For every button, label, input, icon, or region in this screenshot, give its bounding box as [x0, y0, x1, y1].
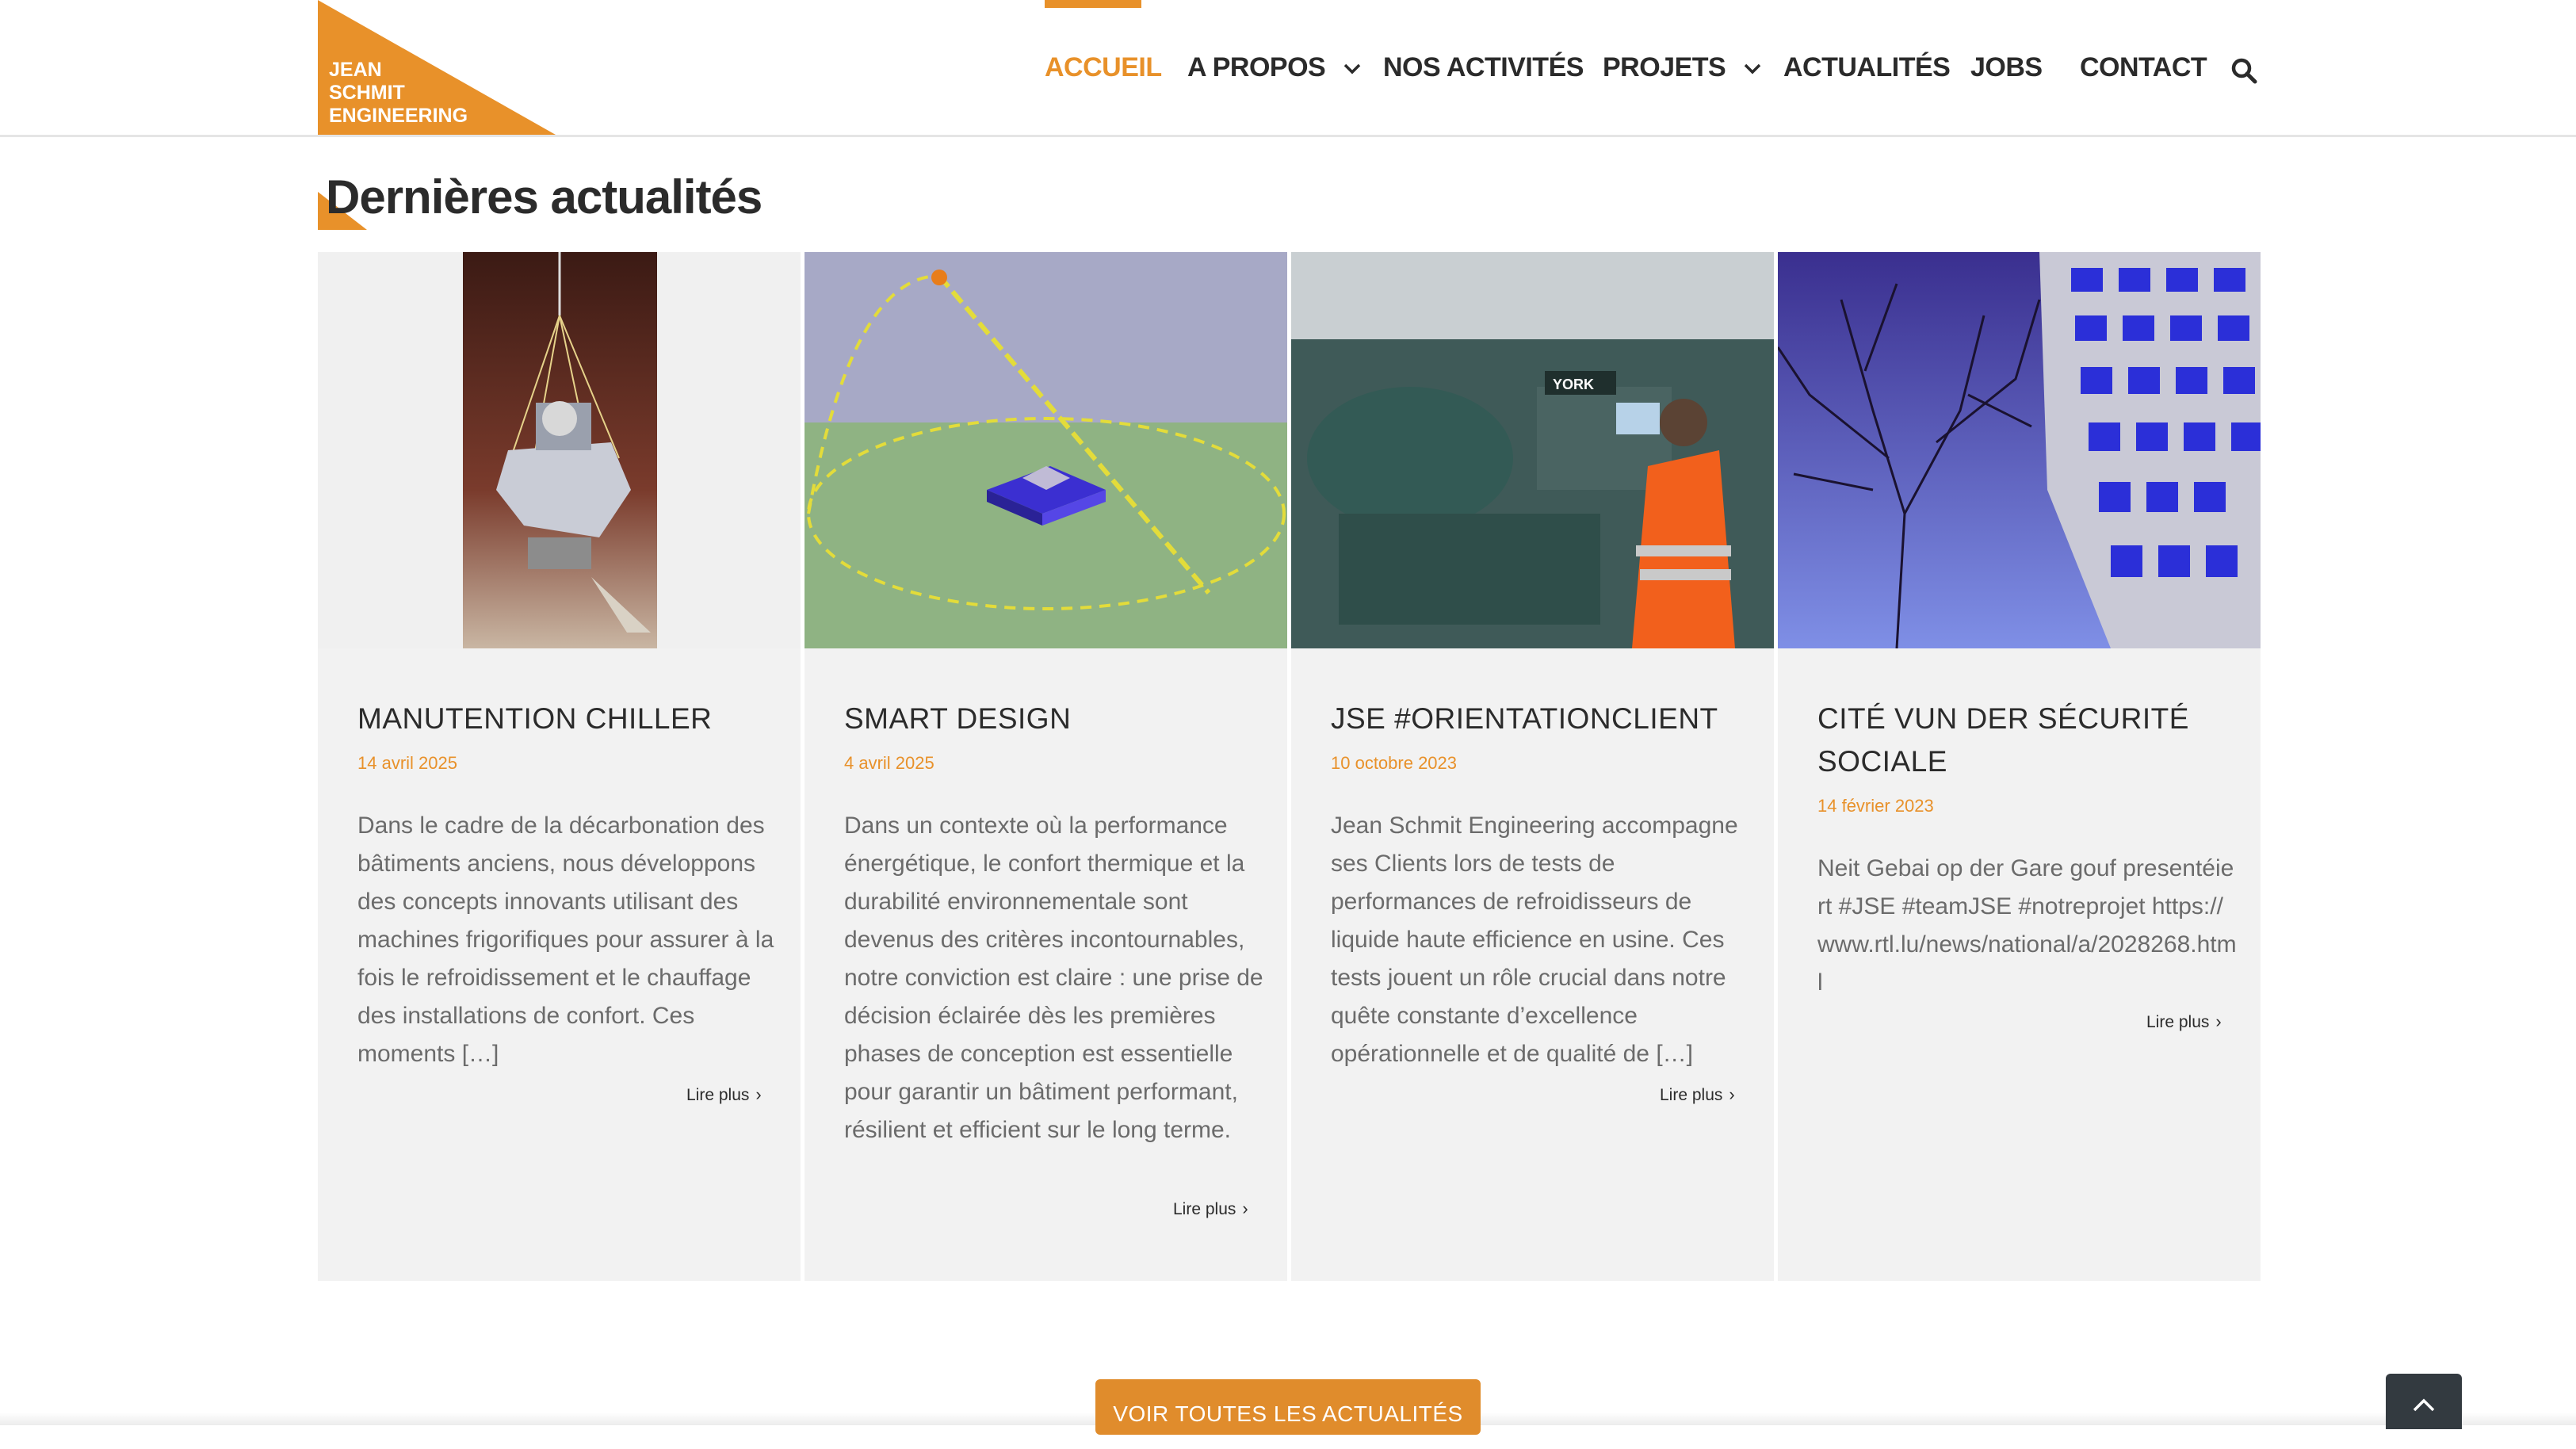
read-more-link[interactable]: Lire plus › [2146, 1011, 2222, 1032]
nav-projets[interactable]: PROJETS [1603, 52, 1761, 83]
chevron-right-icon: › [1242, 1199, 1248, 1218]
scroll-to-top-button[interactable] [2386, 1374, 2462, 1429]
read-more-label: Lire plus [1660, 1086, 1723, 1104]
nav-jobs[interactable]: JOBS [1970, 52, 2043, 83]
logo-line-3: ENGINEERING [329, 105, 468, 127]
read-more-label: Lire plus [1173, 1200, 1236, 1218]
card-title[interactable]: JSE #ORIENTATIONCLIENT [1331, 698, 1743, 740]
news-card: SMART DESIGN 4 avril 2025 Dans un contex… [805, 252, 1287, 1281]
chevron-down-icon [1343, 63, 1361, 75]
nav-nos-activites[interactable]: NOS ACTIVITÉS [1383, 52, 1584, 83]
chevron-right-icon: › [2215, 1011, 2222, 1031]
card-date: 14 avril 2025 [357, 753, 457, 773]
read-more-link[interactable]: Lire plus › [1173, 1199, 1248, 1219]
chevron-right-icon: › [755, 1084, 762, 1104]
read-more-label: Lire plus [686, 1086, 750, 1104]
nav-contact[interactable]: CONTACT [2080, 52, 2207, 83]
card-excerpt: Dans un contexte où la performance énerg… [844, 812, 1263, 1143]
logo-line-2: SCHMIT [329, 82, 405, 104]
nav-accueil[interactable]: ACCUEIL [1045, 52, 1162, 83]
card-excerpt: Dans le cadre de la décarbonation des bâ… [357, 812, 774, 1067]
card-image[interactable] [805, 252, 1287, 648]
nav-projets-label: PROJETS [1603, 52, 1726, 82]
logo[interactable]: JEAN SCHMIT ENGINEERING [318, 0, 556, 135]
chevron-up-icon [2412, 1397, 2436, 1416]
read-more-link[interactable]: Lire plus › [1660, 1084, 1735, 1105]
card-title[interactable]: MANUTENTION CHILLER [357, 698, 770, 740]
card-title[interactable]: CITÉ VUN DER SÉCURITÉ SOCIALE [1817, 698, 2230, 783]
logo-line-1: JEAN [329, 59, 382, 81]
card-image[interactable] [1778, 252, 2261, 648]
read-more-label: Lire plus [2146, 1013, 2210, 1031]
search-icon[interactable] [2230, 57, 2257, 88]
card-image[interactable]: YORK [1291, 252, 1774, 648]
nav-a-propos[interactable]: A PROPOS [1187, 52, 1361, 83]
card-date: 14 février 2023 [1817, 796, 1934, 816]
chevron-down-icon [1744, 63, 1761, 75]
active-indicator [1045, 0, 1141, 8]
logo-text: JEAN SCHMIT ENGINEERING [329, 59, 468, 128]
news-card: YORK JSE #ORIENTATIONCLIENT 10 octobre 2… [1291, 252, 1774, 1281]
chevron-right-icon: › [1729, 1084, 1735, 1104]
news-card: MANUTENTION CHILLER 14 avril 2025 Dans l… [318, 252, 801, 1281]
nav-a-propos-label: A PROPOS [1187, 52, 1326, 82]
card-title[interactable]: SMART DESIGN [844, 698, 1256, 740]
news-card: CITÉ VUN DER SÉCURITÉ SOCIALE 14 février… [1778, 252, 2261, 1281]
card-excerpt: Neit Gebai op der Gare gouf presentéiert… [1817, 855, 2237, 996]
nav-actualites[interactable]: ACTUALITÉS [1783, 52, 1951, 83]
card-date: 10 octobre 2023 [1331, 753, 1458, 773]
card-image[interactable] [318, 252, 801, 648]
york-logo-text: YORK [1553, 377, 1594, 392]
card-date: 4 avril 2025 [844, 753, 934, 773]
view-all-news-button[interactable]: VOIR TOUTES LES ACTUALITÉS [1095, 1379, 1481, 1435]
site-header: JEAN SCHMIT ENGINEERING ACCUEIL A PROPOS… [0, 0, 2576, 137]
card-excerpt: Jean Schmit Engineering accompagne ses C… [1331, 812, 1738, 1067]
read-more-link[interactable]: Lire plus › [686, 1084, 762, 1105]
section-title: Dernières actualités [326, 170, 762, 224]
